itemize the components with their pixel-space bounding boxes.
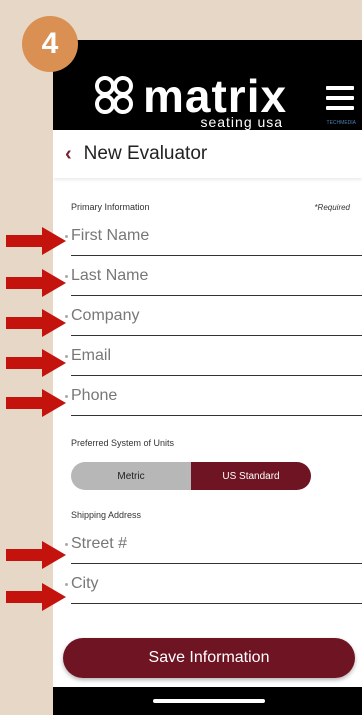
primary-info-label: Primary Information bbox=[71, 202, 150, 212]
shipping-label: Shipping Address bbox=[71, 510, 142, 520]
chevron-left-icon[interactable]: ‹ bbox=[65, 144, 72, 164]
metric-option[interactable]: Metric bbox=[71, 462, 191, 490]
street-field[interactable] bbox=[65, 524, 362, 564]
first-name-field[interactable] bbox=[65, 216, 362, 256]
hamburger-menu-icon[interactable] bbox=[326, 86, 354, 110]
title-bar: ‹ New Evaluator bbox=[53, 130, 362, 178]
phone-screen: matrix seating usa TECHMEDIA ‹ New Evalu… bbox=[53, 40, 362, 715]
matrix-logo: matrix seating usa bbox=[93, 70, 288, 130]
page-title: New Evaluator bbox=[83, 143, 208, 164]
red-arrow-icon bbox=[6, 227, 66, 255]
evaluator-form: Primary Information *Required Preferred … bbox=[53, 178, 362, 448]
phone-input[interactable] bbox=[71, 386, 362, 405]
red-arrow-icon bbox=[6, 349, 66, 377]
email-field[interactable] bbox=[65, 336, 362, 376]
home-indicator[interactable] bbox=[153, 699, 265, 703]
units-toggle: Metric US Standard bbox=[71, 462, 311, 490]
corner-mark: TECHMEDIA bbox=[326, 120, 356, 126]
us-standard-option[interactable]: US Standard bbox=[191, 462, 311, 490]
first-name-input[interactable] bbox=[71, 226, 362, 245]
street-input[interactable] bbox=[71, 534, 362, 553]
bottom-bar bbox=[53, 687, 362, 715]
last-name-field[interactable] bbox=[65, 256, 362, 296]
red-arrow-icon bbox=[6, 583, 66, 611]
logo-subtitle: seating usa bbox=[200, 114, 284, 130]
logo-word: matrix bbox=[143, 70, 288, 122]
red-arrow-icon bbox=[6, 541, 66, 569]
red-arrow-icon bbox=[6, 269, 66, 297]
city-field[interactable] bbox=[65, 564, 362, 604]
app-header: matrix seating usa TECHMEDIA bbox=[53, 40, 362, 130]
last-name-input[interactable] bbox=[71, 266, 362, 285]
required-note: *Required bbox=[314, 202, 350, 212]
company-field[interactable] bbox=[65, 296, 362, 336]
email-input[interactable] bbox=[71, 346, 362, 365]
company-input[interactable] bbox=[71, 306, 362, 325]
red-arrow-icon bbox=[6, 309, 66, 337]
city-input[interactable] bbox=[71, 574, 362, 593]
step-badge: 4 bbox=[22, 16, 78, 72]
red-arrow-icon bbox=[6, 389, 66, 417]
save-button[interactable]: Save Information bbox=[63, 638, 355, 678]
shipping-section: Shipping Address bbox=[53, 510, 362, 604]
logo-mark-icon bbox=[95, 76, 133, 114]
phone-field[interactable] bbox=[65, 376, 362, 416]
units-label: Preferred System of Units bbox=[71, 438, 175, 448]
